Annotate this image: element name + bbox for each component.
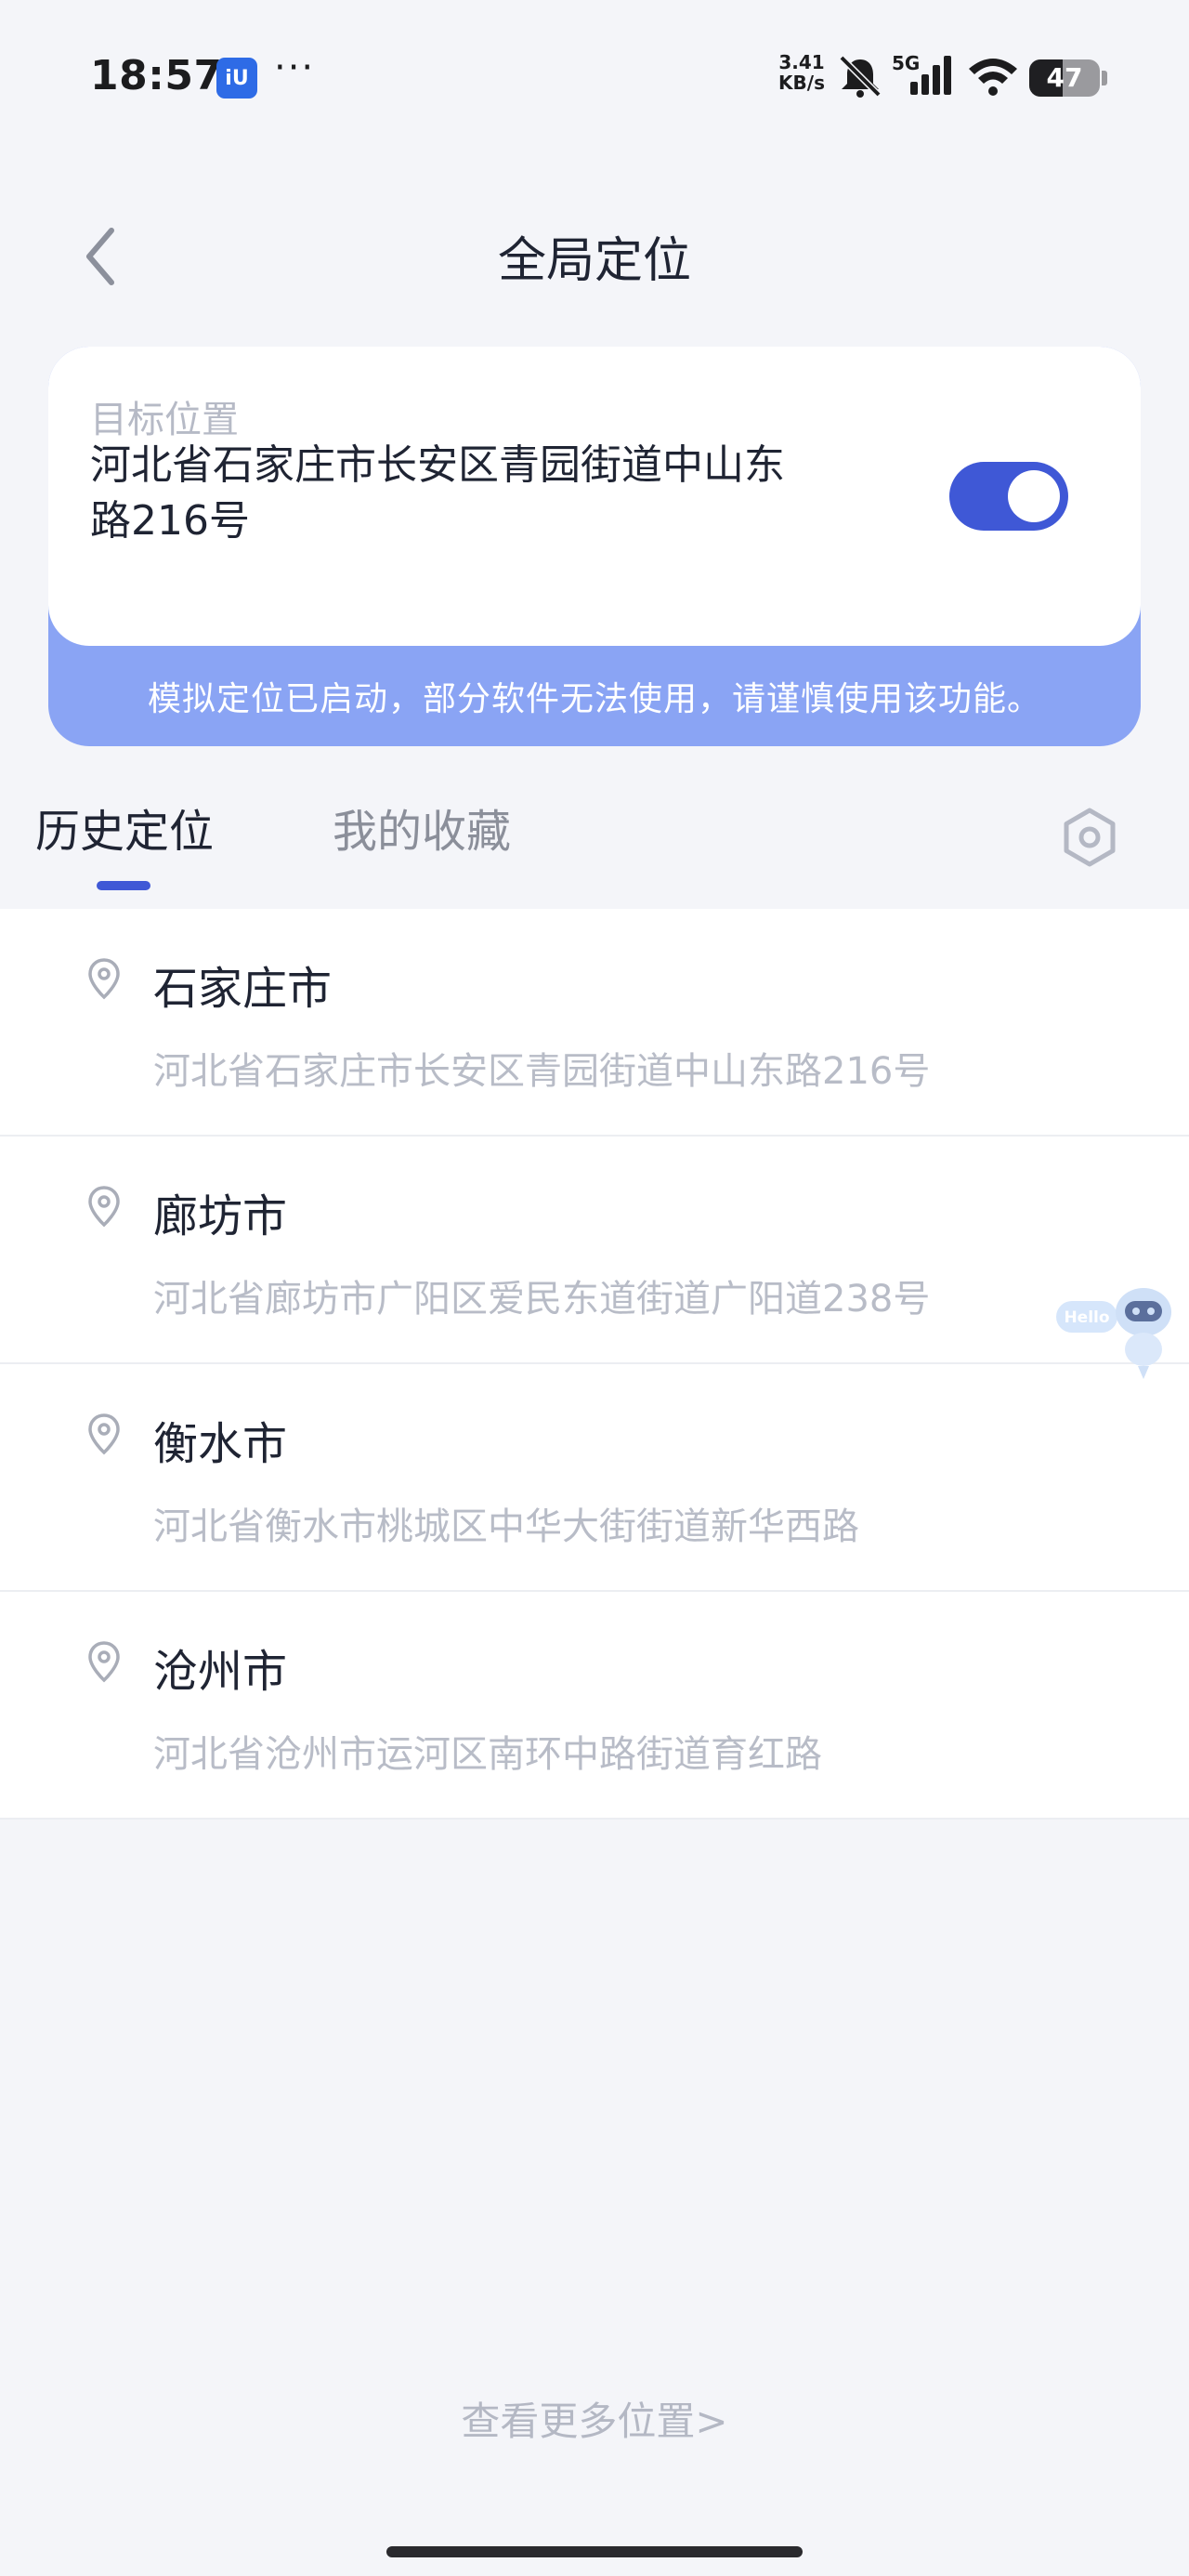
location-name: 廊坊市 [153, 1190, 288, 1242]
target-location-card: 目标位置 河北省石家庄市长安区青园街道中山东路216号 模拟定位已启动，部分软件… [48, 347, 1141, 746]
tab-history[interactable]: 历史定位 [35, 795, 214, 860]
view-more-link[interactable]: 查看更多位置> [0, 2390, 1189, 2447]
target-label: 目标位置 [90, 399, 239, 441]
wifi-icon [969, 59, 1017, 96]
target-address: 河北省石家庄市长安区青园街道中山东路216号 [90, 441, 785, 545]
network-speed-unit: KB/s [778, 72, 825, 94]
list-item[interactable]: 沧州市 河北省沧州市运河区南环中路街道育红路 [0, 1592, 1189, 1820]
battery-icon: 47 [1029, 59, 1100, 97]
signal-icon [910, 56, 951, 95]
active-tab-indicator [97, 881, 150, 890]
status-time: 18:57 [90, 52, 223, 99]
more-notifications-icon: ··· [274, 46, 316, 89]
location-pin-icon [88, 1186, 120, 1228]
list-item[interactable]: 衡水市 河北省衡水市桃城区中华大街街道新华西路 [0, 1364, 1189, 1592]
target-location-panel: 目标位置 河北省石家庄市长安区青园街道中山东路216号 [48, 347, 1141, 646]
battery-tip [1102, 71, 1107, 85]
history-list: 石家庄市 河北省石家庄市长安区青园街道中山东路216号 廊坊市 河北省廊坊市广阳… [0, 909, 1189, 1820]
location-address: 河北省石家庄市长安区青园街道中山东路216号 [153, 1050, 931, 1093]
location-address: 河北省廊坊市广阳区爱民东道街道广阳道238号 [153, 1278, 931, 1321]
location-pin-icon [88, 958, 120, 1000]
page-title: 全局定位 [497, 233, 691, 289]
toggle-knob [1008, 470, 1060, 522]
location-address: 河北省衡水市桃城区中华大街街道新华西路 [153, 1505, 859, 1548]
location-name: 沧州市 [153, 1646, 288, 1698]
location-name: 石家庄市 [153, 963, 333, 1015]
mute-bell-icon [839, 55, 882, 98]
robot-assistant-icon: Hello [1056, 1288, 1171, 1379]
assistant-greeting: Hello [1064, 1308, 1109, 1327]
tab-favorites[interactable]: 我的收藏 [333, 795, 511, 860]
list-item[interactable]: 廊坊市 河北省廊坊市广阳区爱民东道街道广阳道238号 [0, 1137, 1189, 1364]
settings-button[interactable] [1057, 805, 1122, 870]
app-notification-icon: iU [216, 58, 257, 99]
location-name: 衡水市 [153, 1418, 288, 1470]
location-address: 河北省沧州市运河区南环中路街道育红路 [153, 1733, 822, 1776]
network-speed-value: 3.41 [778, 51, 825, 73]
list-item[interactable]: 石家庄市 河北省石家庄市长安区青园街道中山东路216号 [0, 909, 1189, 1137]
location-pin-icon [88, 1641, 120, 1683]
floating-assistant[interactable]: Hello [1054, 1282, 1175, 1385]
status-bar: 18:57 iU ··· 3.41 KB/s 5G 47 [0, 0, 1189, 158]
hexagon-settings-icon [1064, 808, 1116, 867]
location-pin-icon [88, 1413, 120, 1455]
mock-location-toggle[interactable] [949, 462, 1068, 531]
network-speed: 3.41 KB/s [774, 52, 830, 93]
battery-level: 47 [1046, 62, 1083, 93]
home-indicator[interactable] [386, 2546, 803, 2557]
mock-location-notice: 模拟定位已启动，部分软件无法使用，请谨慎使用该功能。 [147, 680, 1041, 718]
